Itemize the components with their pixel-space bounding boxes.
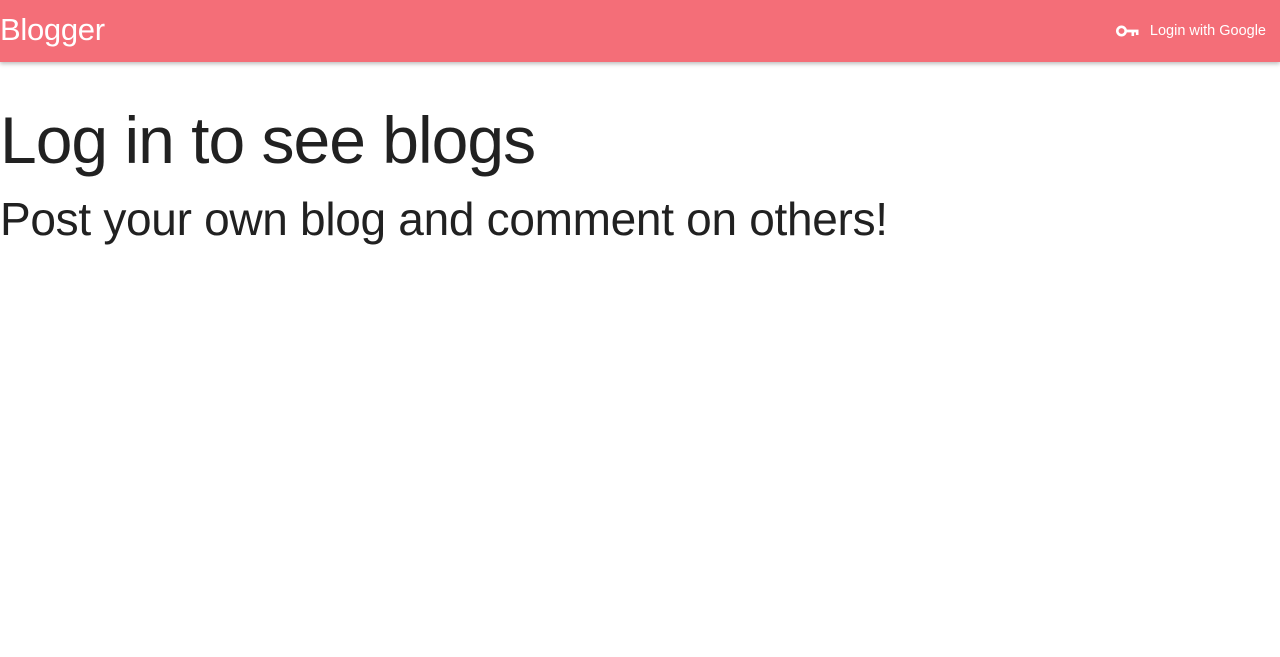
key-icon bbox=[1115, 24, 1140, 38]
brand-logo-link[interactable]: Blogger bbox=[0, 11, 105, 49]
login-button-label: Login with Google bbox=[1149, 23, 1266, 39]
page-headline: Log in to see blogs bbox=[0, 103, 536, 177]
page-subheadline: Post your own blog and comment on others… bbox=[0, 193, 888, 245]
top-navbar: Blogger Login with Google bbox=[0, 0, 1280, 62]
main-content: Log in to see blogs Post your own blog a… bbox=[0, 100, 1280, 246]
login-with-google-button[interactable]: Login with Google bbox=[1108, 15, 1266, 47]
